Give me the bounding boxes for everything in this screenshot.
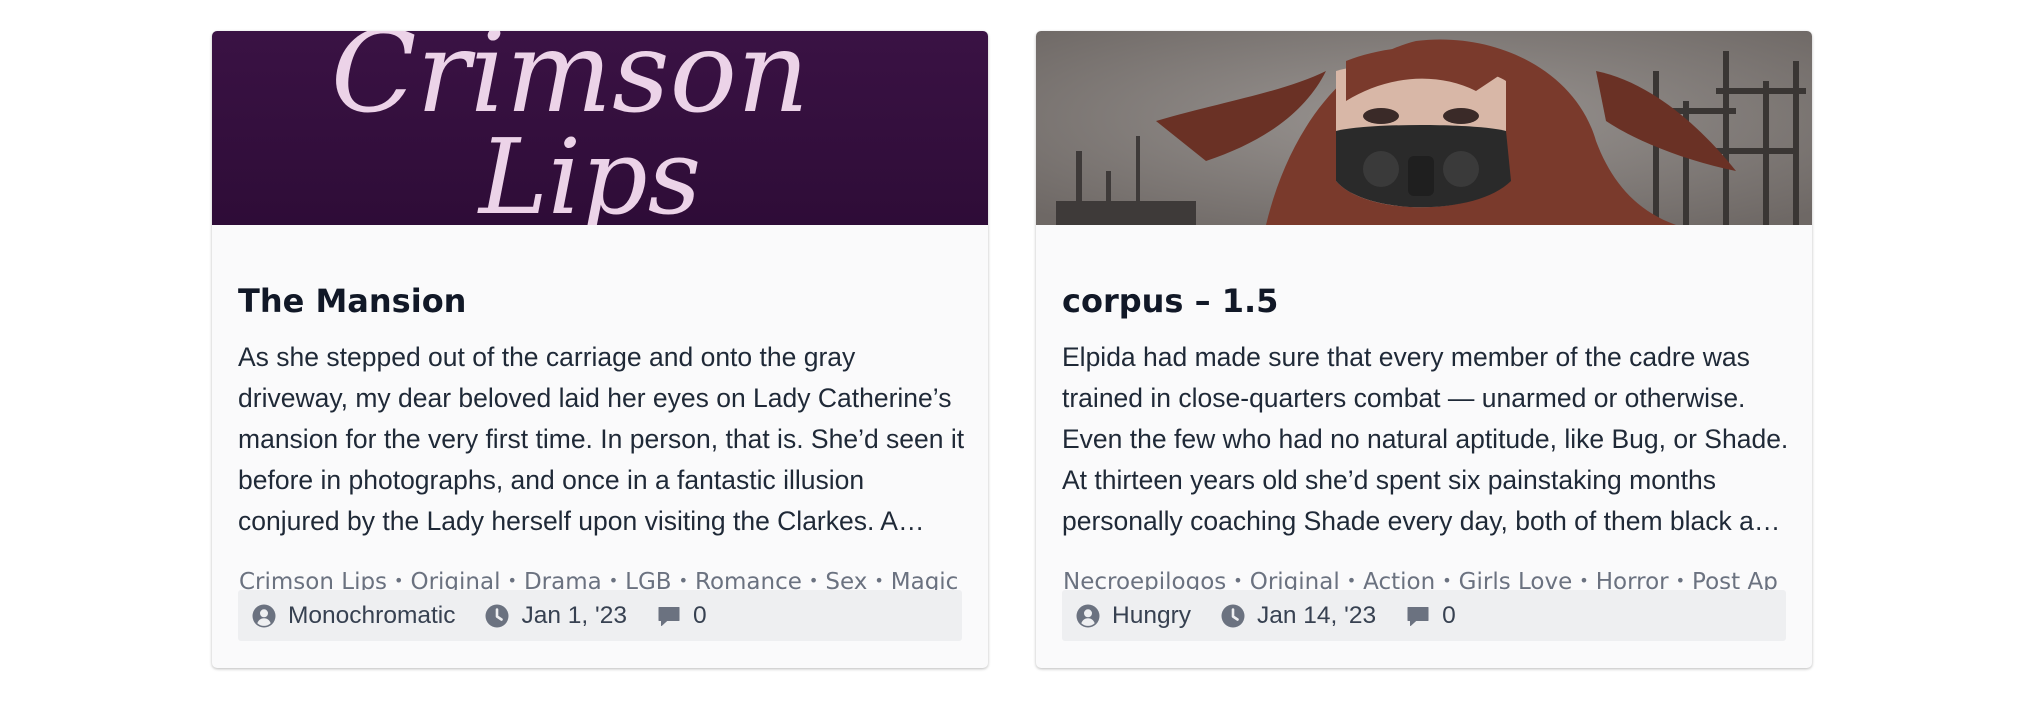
excerpt-line: Elpida had made sure that every member o… (1062, 342, 1750, 372)
tag-separator: • (678, 571, 688, 590)
clock-icon (485, 604, 509, 627)
story-meta-bar: Monochromatic Jan 1, '23 0 (238, 590, 962, 641)
excerpt-line: trained in close-quarters combat — unarm… (1062, 383, 1746, 413)
excerpt-line: At thirteen years old she’d spent six pa… (1062, 465, 1717, 495)
comment-count[interactable]: 0 (693, 602, 707, 630)
story-excerpt: Elpida had made sure that every member o… (1062, 337, 1792, 542)
meta-comments[interactable]: 0 (1406, 602, 1456, 630)
story-title[interactable]: corpus – 1.5 (1062, 281, 1792, 321)
user-circle-icon (1076, 604, 1100, 627)
excerpt-line: personally coaching Shade every day, bot… (1062, 506, 1792, 536)
excerpt-line: driveway, my dear beloved laid her eyes … (238, 383, 952, 413)
tag-separator: • (507, 571, 517, 590)
story-banner-image[interactable]: Crimson Lips (212, 31, 988, 225)
publish-date: Jan 14, '23 (1256, 601, 1377, 629)
clock-icon (1221, 604, 1245, 627)
story-excerpt: As she stepped out of the carriage and o… (238, 337, 968, 542)
comment-count[interactable]: 0 (1442, 602, 1456, 630)
meta-author[interactable]: Hungry (1076, 602, 1191, 630)
tag-separator: • (1579, 571, 1589, 590)
story-card[interactable]: corpus – 1.5 Elpida had made sure that e… (1036, 31, 1812, 668)
excerpt-line: before in photographs, and once in a fan… (238, 465, 865, 495)
story-banner-image[interactable] (1036, 31, 1812, 225)
author-name[interactable]: Monochromatic (288, 602, 455, 630)
tag-separator: • (1675, 571, 1686, 590)
tag-separator: • (1442, 571, 1452, 590)
excerpt-line: Even the few who had no natural aptitude… (1062, 424, 1789, 454)
tag-separator: • (808, 571, 819, 590)
story-title[interactable]: The Mansion (238, 281, 968, 321)
banner-title-word-2: Lips (477, 116, 701, 225)
tag-separator: • (1233, 571, 1243, 590)
meta-comments[interactable]: 0 (657, 602, 707, 630)
excerpt-line: mansion for the very first time. In pers… (238, 424, 965, 454)
tag-separator: • (394, 571, 404, 590)
excerpt-line: conjured by the Lady herself upon visiti… (238, 506, 925, 536)
tag-separator: • (1346, 571, 1357, 590)
tag-separator: • (874, 571, 884, 590)
story-meta-bar: Hungry Jan 14, '23 0 (1062, 590, 1786, 641)
excerpt-line: As she stepped out of the carriage and o… (238, 342, 856, 372)
chat-bubble-icon (658, 606, 680, 626)
meta-date: Jan 14, '23 (1221, 602, 1376, 630)
meta-date: Jan 1, '23 (485, 601, 627, 630)
chat-bubble-icon (1407, 606, 1429, 626)
meta-author[interactable]: Monochromatic (252, 602, 455, 630)
user-circle-icon (252, 604, 276, 627)
author-name[interactable]: Hungry (1112, 602, 1191, 630)
publish-date: Jan 1, '23 (521, 601, 627, 629)
story-card[interactable]: Crimson Lips The Mansion As she stepped … (212, 31, 988, 668)
tag-separator: • (608, 571, 619, 590)
